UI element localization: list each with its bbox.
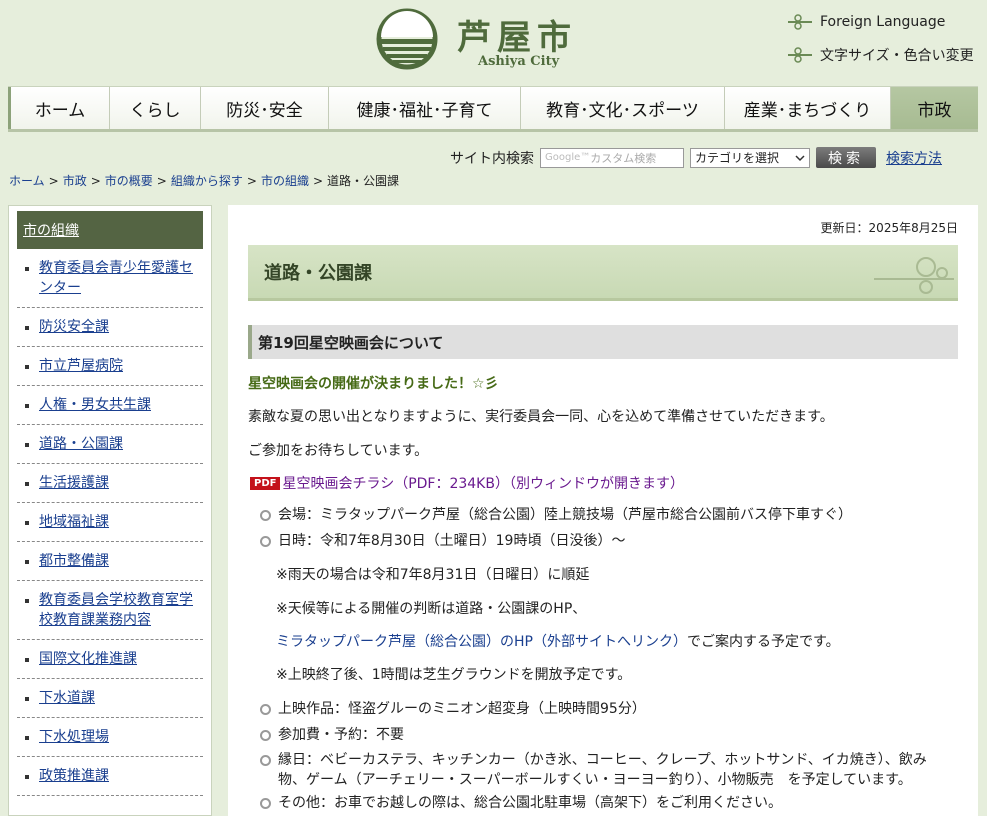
sidebar-item[interactable]: 人権・男女共生課 xyxy=(17,386,203,425)
text-size-label: 文字サイズ・色合い変更 xyxy=(820,48,974,64)
pdf-flyer-link[interactable]: PDF 星空映画会チラシ（PDF：234KB）（別ウィンドウが開きます） xyxy=(250,473,684,493)
search-placeholder: カスタム検索 xyxy=(590,151,657,165)
search-input[interactable]: Google™ カスタム検索 xyxy=(540,147,684,168)
nav-health[interactable]: 健康･福祉･子育て xyxy=(328,87,520,129)
sidebar-item[interactable]: 下水道課 xyxy=(17,679,203,718)
ornament-icon xyxy=(788,14,812,30)
list-item-fee: 参加費・予約：不要 xyxy=(258,725,404,745)
note-weather: ※天候等による開催の判断は道路・公園課のHP、 xyxy=(276,601,587,617)
page-title-text: 道路・公園課 xyxy=(264,262,372,284)
foreign-language-link[interactable]: Foreign Language xyxy=(788,14,945,30)
nav-home[interactable]: ホーム xyxy=(8,87,109,129)
sidebar: 市の組織 教育委員会青少年愛護センター 防災安全課 市立芦屋病院 人権・男女共生… xyxy=(8,205,212,816)
list-item-other: その他：お車でお越しの際は、総合公園北駐車場（高架下）をご利用ください。 xyxy=(258,793,782,813)
park-hp-link[interactable]: ミラタップパーク芦屋（総合公園）のHP（外部サイトへリンク） xyxy=(276,634,687,650)
sidebar-item[interactable]: 国際文化推進課 xyxy=(17,640,203,679)
sidebar-item[interactable]: 道路・公園課 xyxy=(17,425,203,464)
pdf-flyer-link-text[interactable]: 星空映画会チラシ（PDF：234KB）（別ウィンドウが開きます） xyxy=(282,473,684,493)
main-content: 更新日：2025年8月25日 道路・公園課 第19回星空映画会について 星空映画… xyxy=(228,205,978,816)
breadcrumb-home[interactable]: ホーム xyxy=(9,174,45,188)
ornament-icon xyxy=(788,47,812,63)
breadcrumb-current: 道路・公園課 xyxy=(327,174,400,188)
sidebar-item[interactable]: 生活援護課 xyxy=(17,464,203,503)
nav-life[interactable]: くらし xyxy=(109,87,200,129)
paragraph-invite: ご参加をお待ちしています。 xyxy=(248,443,429,459)
breadcrumb-city-organization[interactable]: 市の組織 xyxy=(261,174,309,188)
pdf-icon: PDF xyxy=(250,476,281,490)
nav-city-admin[interactable]: 市政 xyxy=(890,87,978,129)
page-title: 道路・公園課 xyxy=(248,245,958,301)
search-button[interactable]: 検索 xyxy=(816,147,876,168)
nav-industry[interactable]: 産業･まちづくり xyxy=(724,87,890,129)
global-nav: ホーム くらし 防災･安全 健康･福祉･子育て 教育･文化･スポーツ 産業･まち… xyxy=(8,86,978,132)
breadcrumb-city-admin[interactable]: 市政 xyxy=(63,174,87,188)
nav-safety[interactable]: 防災･安全 xyxy=(200,87,328,129)
sidebar-list: 教育委員会青少年愛護センター 防災安全課 市立芦屋病院 人権・男女共生課 道路・… xyxy=(9,249,211,796)
logo-subtitle[interactable]: Ashiya City xyxy=(478,54,559,69)
text-size-link[interactable]: 文字サイズ・色合い変更 xyxy=(788,45,974,65)
site-search: サイト内検索 Google™ カスタム検索 カテゴリを選択 検索 検索方法 xyxy=(450,147,942,168)
chevron-down-icon xyxy=(795,154,805,161)
list-item-date: 日時：令和7年8月30日（土曜日）19時頃（日没後）〜 xyxy=(258,531,625,551)
lead-text: 星空映画会の開催が決まりました！☆彡 xyxy=(248,376,499,392)
list-item-stalls: 縁日：ベビーカステラ、キッチンカー（かき氷、コーヒー、クレープ、ホットサンド、イ… xyxy=(258,750,938,790)
site-header: 芦屋市 Ashiya City Foreign Language 文字サイズ・色… xyxy=(0,0,987,80)
park-suffix: でご案内する予定です。 xyxy=(686,634,840,650)
breadcrumb-by-organization[interactable]: 組織から探す xyxy=(171,174,243,188)
breadcrumb: ホーム > 市政 > 市の概要 > 組織から探す > 市の組織 > 道路・公園課 xyxy=(9,174,400,188)
breadcrumb-city-overview[interactable]: 市の概要 xyxy=(105,174,153,188)
sidebar-item[interactable]: 政策推進課 xyxy=(17,757,203,796)
google-mark: Google™ xyxy=(545,152,591,163)
note-lawn: ※上映終了後、1時間は芝生グラウンドを開放予定です。 xyxy=(276,667,632,683)
paragraph-intro: 素敵な夏の思い出となりますように、実行委員会一同、心を込めて準備させていただきま… xyxy=(248,409,834,425)
section-heading: 第19回星空映画会について xyxy=(248,325,958,359)
category-select-label: カテゴリを選択 xyxy=(695,151,780,165)
sidebar-item[interactable]: 下水処理場 xyxy=(17,718,203,757)
foreign-language-label: Foreign Language xyxy=(820,14,946,30)
sidebar-item[interactable]: 防災安全課 xyxy=(17,308,203,347)
updated-date: 更新日：2025年8月25日 xyxy=(820,221,958,235)
search-label: サイト内検索 xyxy=(450,150,534,167)
list-item-film: 上映作品：怪盗グルーのミニオン超変身（上映時間95分） xyxy=(258,699,646,719)
sidebar-item[interactable]: 教育委員会学校教育室学校教育課業務内容 xyxy=(17,581,203,640)
search-help-link[interactable]: 検索方法 xyxy=(886,148,942,168)
city-logo-icon[interactable] xyxy=(376,8,438,70)
category-select[interactable]: カテゴリを選択 xyxy=(690,147,810,168)
sidebar-title[interactable]: 市の組織 xyxy=(17,211,203,249)
ornament-icon xyxy=(874,257,954,294)
nav-education[interactable]: 教育･文化･スポーツ xyxy=(520,87,724,129)
note-park: ミラタップパーク芦屋（総合公園）のHP（外部サイトへリンク）でご案内する予定です… xyxy=(276,632,840,652)
list-item-venue: 会場：ミラタップパーク芦屋（総合公園）陸上競技場（芦屋市総合公園前バス停下車すぐ… xyxy=(258,505,852,525)
sidebar-item[interactable]: 市立芦屋病院 xyxy=(17,347,203,386)
note-rain: ※雨天の場合は令和7年8月31日（日曜日）に順延 xyxy=(276,567,590,583)
sidebar-item[interactable]: 地域福祉課 xyxy=(17,503,203,542)
logo-title[interactable]: 芦屋市 xyxy=(457,10,577,59)
sidebar-item[interactable]: 教育委員会青少年愛護センター xyxy=(17,249,203,308)
sidebar-item[interactable]: 都市整備課 xyxy=(17,542,203,581)
